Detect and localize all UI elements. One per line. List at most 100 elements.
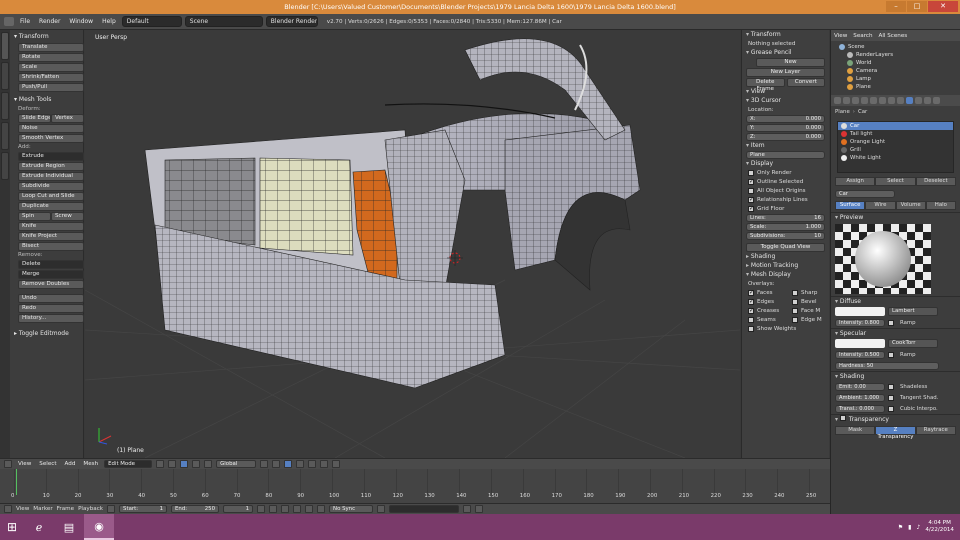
extrude-button[interactable]: Extrude xyxy=(18,152,84,161)
outliner-item-plane[interactable]: Plane xyxy=(831,83,960,91)
slide-edge-button[interactable]: Slide Edge xyxy=(18,114,51,123)
outliner-tab-view[interactable]: View xyxy=(834,33,847,39)
all-object-origins-toggle[interactable]: All Object Origins xyxy=(742,186,829,195)
start-frame-field[interactable]: Start: 1 xyxy=(119,505,168,513)
select-button[interactable]: Select xyxy=(875,177,916,186)
keying-set-field[interactable] xyxy=(389,505,460,513)
preview-range-icon[interactable] xyxy=(107,505,116,513)
specular-color-swatch[interactable] xyxy=(835,339,885,348)
manipulator-icon[interactable] xyxy=(180,460,189,468)
jump-keyframe-back-icon[interactable] xyxy=(269,505,278,513)
editor-type-icon[interactable] xyxy=(4,460,12,468)
bisect-button[interactable]: Bisect xyxy=(18,242,84,251)
show-weights-toggle[interactable]: Show Weights xyxy=(742,324,829,333)
translate-button[interactable]: Translate xyxy=(18,43,84,52)
bevel-toggle[interactable]: Bevel xyxy=(786,297,817,306)
material-slot-grill[interactable]: Grill xyxy=(838,146,953,154)
grid-scale-field[interactable]: Scale: 1.000 xyxy=(746,223,825,231)
grid-lines-field[interactable]: Lines: 16 xyxy=(746,214,825,222)
raytrace-tab[interactable]: Raytrace xyxy=(915,426,956,435)
jump-start-icon[interactable] xyxy=(257,505,266,513)
outliner-item-scene[interactable]: Scene xyxy=(831,43,960,51)
data-tab-icon[interactable] xyxy=(897,97,904,104)
current-frame-field[interactable]: 1 xyxy=(223,505,254,513)
menu-help[interactable]: Help xyxy=(99,18,119,25)
material-slot-car[interactable]: Car xyxy=(838,122,953,130)
gp-new-button[interactable]: New xyxy=(756,58,825,67)
jump-keyframe-forward-icon[interactable] xyxy=(305,505,314,513)
diffuse-intensity-field[interactable]: Intensity: 0.800 xyxy=(835,318,885,327)
layer-buttons-icon[interactable] xyxy=(260,460,269,468)
surface-tab[interactable]: Surface xyxy=(835,201,866,210)
preview-panel[interactable]: Preview xyxy=(831,212,960,222)
cursor-y-field[interactable]: Y: 0.000 xyxy=(746,124,825,132)
noise-button[interactable]: Noise xyxy=(18,124,84,133)
viewport-shading-icon[interactable] xyxy=(156,460,165,468)
mode-selector[interactable]: Edit Mode xyxy=(104,460,153,468)
outliner-tab-search[interactable]: Search xyxy=(853,33,872,39)
3d-cursor-panel[interactable]: 3D Cursor xyxy=(742,96,829,105)
menu-file[interactable]: File xyxy=(17,18,33,25)
mesh-display-panel[interactable]: Mesh Display xyxy=(742,270,829,279)
outliner-item-world[interactable]: World xyxy=(831,59,960,67)
diffuse-panel[interactable]: Diffuse xyxy=(831,296,960,306)
translucency-field[interactable]: Transl.: 0.000 xyxy=(835,404,885,413)
spin-button[interactable]: Spin xyxy=(18,212,51,221)
duplicate-button[interactable]: Duplicate xyxy=(18,202,84,211)
translate-manipulator-icon[interactable] xyxy=(192,460,201,468)
timeline-menu-playback[interactable]: Playback xyxy=(78,506,103,512)
material-slot-tail-light[interactable]: Tail light xyxy=(838,130,953,138)
volume-tab[interactable]: Volume xyxy=(895,201,926,210)
mesh-tools-panel-header[interactable]: ▾ Mesh Tools xyxy=(12,95,82,105)
merge-menu[interactable]: Merge xyxy=(18,270,84,279)
menu-window[interactable]: Window xyxy=(66,18,96,25)
loop-cut-button[interactable]: Loop Cut and Slide xyxy=(18,192,84,201)
gp-convert-button[interactable]: Convert xyxy=(786,78,825,87)
material-name-field[interactable]: Car xyxy=(835,189,895,198)
transparency-panel[interactable]: Transparency xyxy=(831,414,960,424)
extrude-region-button[interactable]: Extrude Region xyxy=(18,162,84,171)
object-tab-icon[interactable] xyxy=(870,97,877,104)
shrink-fatten-button[interactable]: Shrink/Fatten xyxy=(18,73,84,82)
grid-subdivisions-field[interactable]: Subdivisions: 10 xyxy=(746,232,825,240)
delete-keyframe-icon[interactable] xyxy=(475,505,484,513)
emit-field[interactable]: Emit: 0.00 xyxy=(835,382,885,391)
world-tab-icon[interactable] xyxy=(861,97,868,104)
physics-tab-icon[interactable] xyxy=(933,97,940,104)
face-marks-toggle[interactable]: Face M xyxy=(786,306,820,315)
edges-toggle[interactable]: Edges xyxy=(742,297,786,306)
ambient-field[interactable]: Ambient: 1.000 xyxy=(835,393,885,402)
undo-button[interactable]: Undo xyxy=(18,294,84,303)
view-panel[interactable]: View xyxy=(742,87,829,96)
edge-marks-toggle[interactable]: Edge M xyxy=(786,315,822,324)
material-slot-white-light[interactable]: White Light xyxy=(838,154,953,162)
seams-toggle[interactable]: Seams xyxy=(742,315,786,324)
minimize-button[interactable]: – xyxy=(886,1,906,12)
rotate-button[interactable]: Rotate xyxy=(18,53,84,62)
windows-start-icon[interactable]: ⊞ xyxy=(0,514,24,540)
close-button[interactable]: ✕ xyxy=(928,1,958,12)
insert-keyframe-icon[interactable] xyxy=(463,505,472,513)
specular-shader-select[interactable]: CookTorr xyxy=(888,339,938,348)
push-pull-button[interactable]: Push/Pull xyxy=(18,83,84,92)
screw-button[interactable]: Screw xyxy=(51,212,84,221)
constraints-tab-icon[interactable] xyxy=(879,97,886,104)
specular-ramp-toggle[interactable]: Ramp xyxy=(900,352,916,358)
diffuse-shader-select[interactable]: Lambert xyxy=(888,307,938,316)
subdivide-button[interactable]: Subdivide xyxy=(18,182,84,191)
modifiers-tab-icon[interactable] xyxy=(888,97,895,104)
assign-button[interactable]: Assign xyxy=(835,177,876,186)
menu-view[interactable]: View xyxy=(16,461,33,467)
diffuse-color-swatch[interactable] xyxy=(835,307,885,316)
tray-volume-icon[interactable]: ♪ xyxy=(916,524,920,531)
face-select-icon[interactable] xyxy=(296,460,305,468)
material-tab-icon[interactable] xyxy=(906,97,913,104)
rotate-manipulator-icon[interactable] xyxy=(204,460,213,468)
slide-vertex-button[interactable]: Vertex xyxy=(51,114,84,123)
render-tab-icon[interactable] xyxy=(834,97,841,104)
faces-toggle[interactable]: Faces xyxy=(742,288,786,297)
knife-project-button[interactable]: Knife Project xyxy=(18,232,84,241)
undo-history-button[interactable]: History... xyxy=(18,314,84,323)
specular-panel[interactable]: Specular xyxy=(831,328,960,338)
redo-button[interactable]: Redo xyxy=(18,304,84,313)
